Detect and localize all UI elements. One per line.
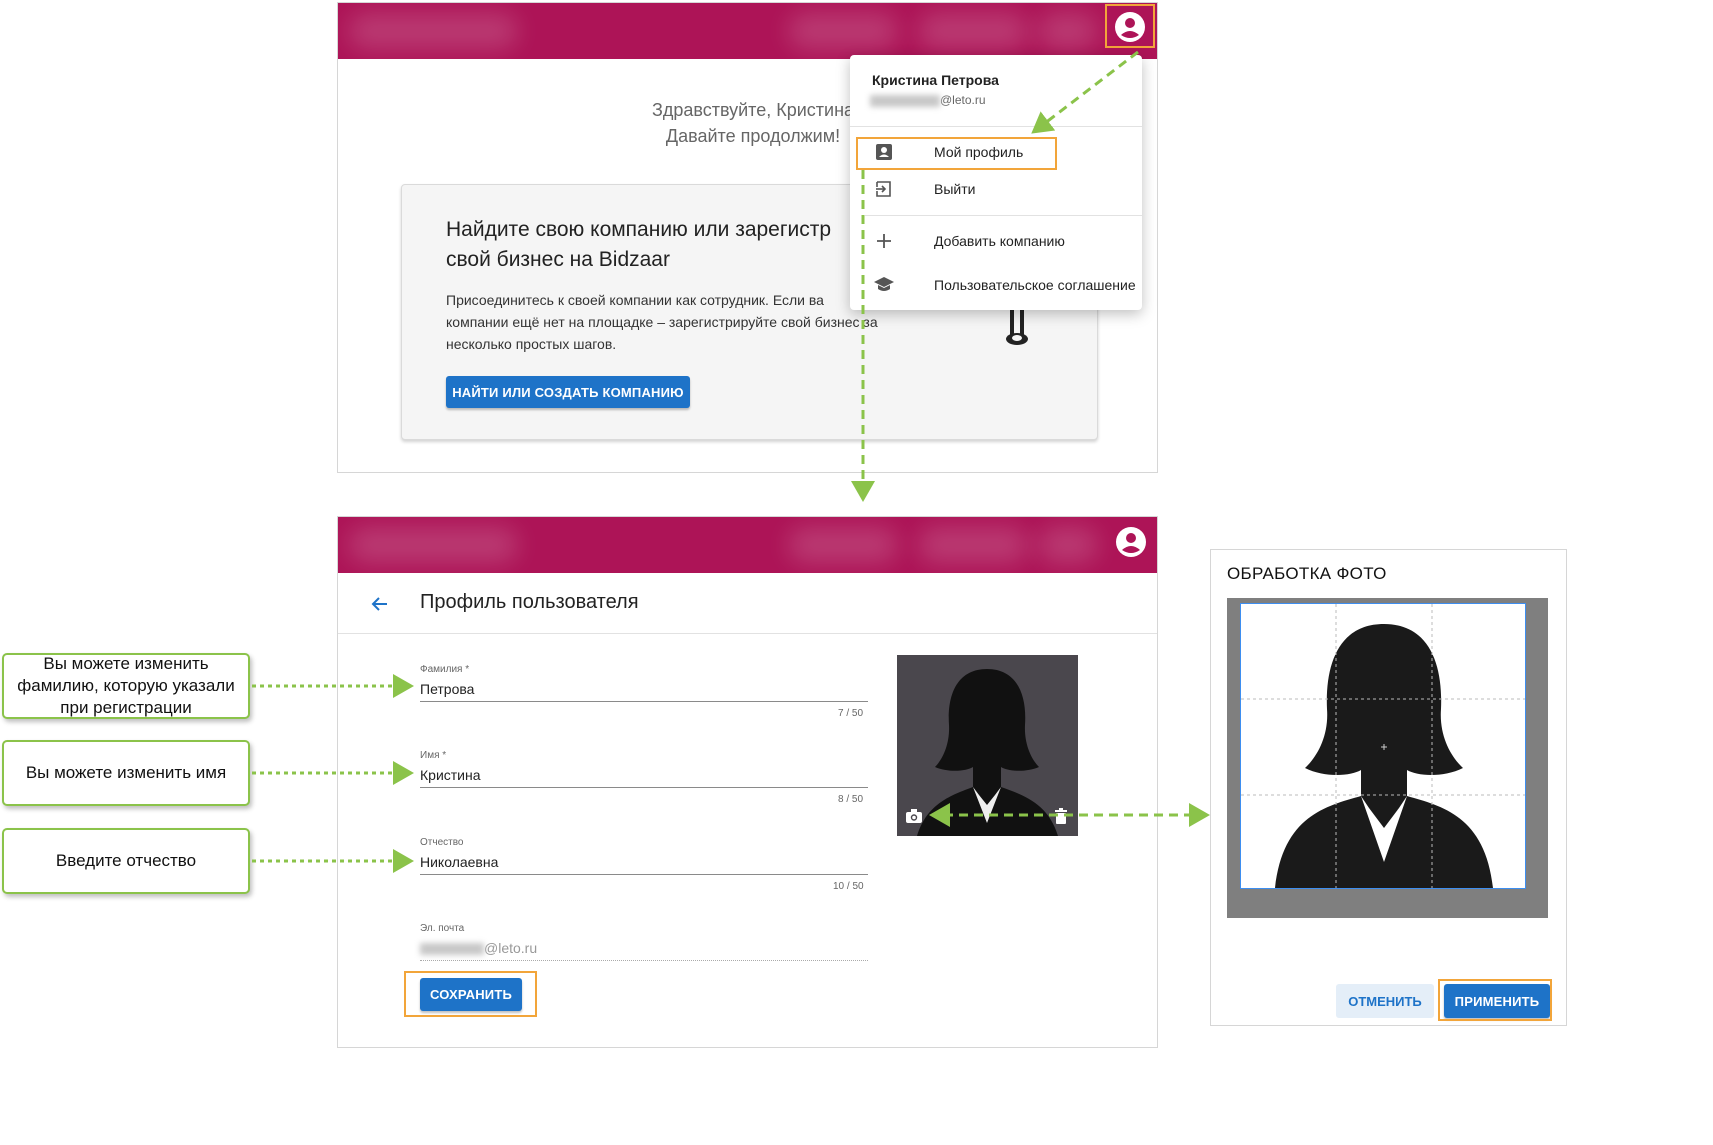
annotation-arrows [252, 50, 1210, 873]
